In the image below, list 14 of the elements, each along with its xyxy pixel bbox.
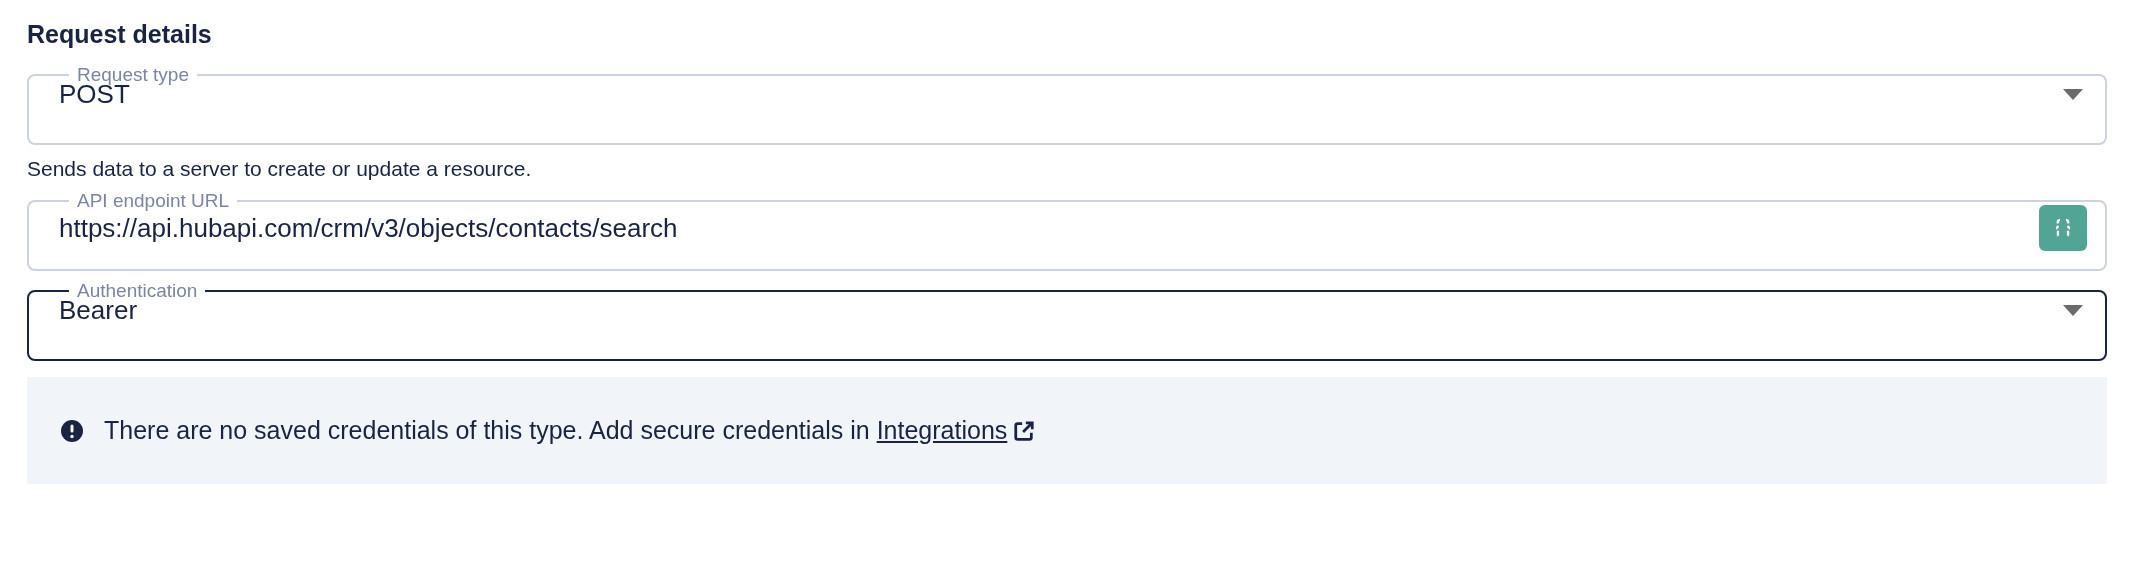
external-link-icon [1013,419,1036,442]
select-field[interactable]: Authentication Bearer [27,281,2107,361]
section-title: Request details [27,20,212,49]
field-value: https://api.hubapi.com/crm/v3/objects/contacts/search [59,212,679,244]
caret-icon [2063,305,2083,316]
alert-message: There are no saved credentials of this type. Add secure credentials in Integrations [104,416,1036,445]
field-label: Authentication [76,281,199,301]
alert-icon [60,418,84,443]
variable-button[interactable] [2039,205,2087,251]
helper-text: Sends data to a server to create or update a resource. [27,157,532,181]
caret-icon [2063,89,2083,100]
url-field[interactable]: API endpoint URL https://api.hubapi.com/crm/v3/objects/contacts/search [27,191,2107,271]
integrations-link[interactable]: Integrations [876,416,1036,445]
field-label: API endpoint URL [76,191,231,211]
